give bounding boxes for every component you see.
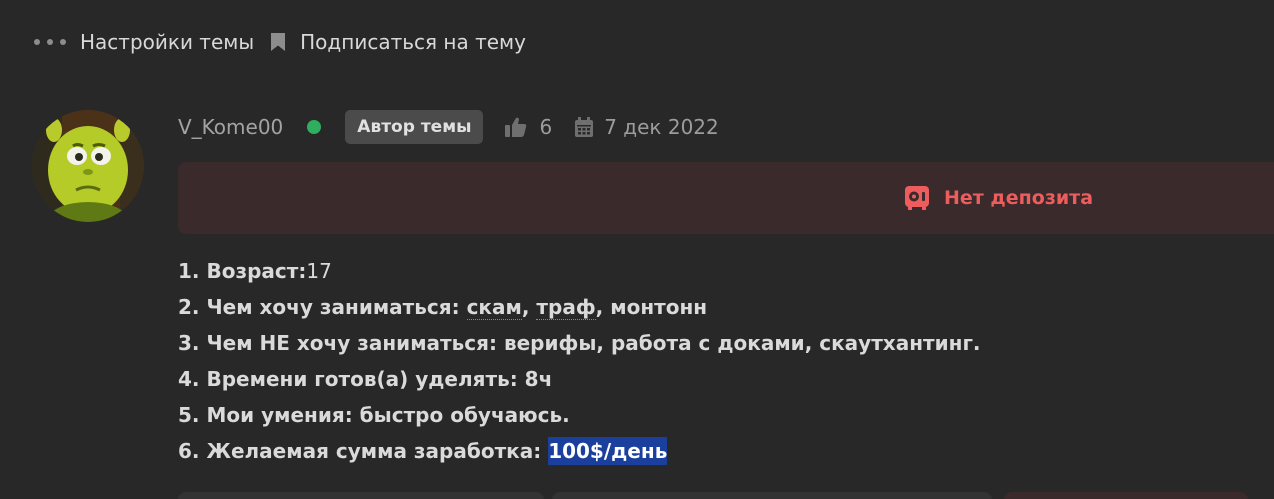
post-action-button[interactable] [1004, 492, 1248, 499]
selected-amount-text: 100$/день [548, 437, 668, 465]
author-badge: Автор темы [345, 110, 484, 144]
line-6-label: 6. Желаемая сумма заработка: [178, 439, 549, 463]
bookmark-icon[interactable] [270, 32, 286, 52]
post-line-4: 4. Времени готов(а) уделять: 8ч [178, 367, 553, 391]
post-date[interactable]: 7 дек 2022 [574, 115, 719, 139]
line-1-label: 1. Возраст: [178, 259, 307, 283]
line-1-value: 17 [306, 259, 332, 283]
line-2-rest: , монтонн [595, 295, 708, 319]
thread-settings-link[interactable]: Настройки темы [80, 30, 254, 54]
post-action-button[interactable] [552, 492, 992, 499]
more-dots-icon[interactable] [34, 39, 66, 45]
post-action-button[interactable] [178, 492, 544, 499]
thread-post-page: Настройки темы Подписаться на тему V_Kom… [0, 0, 1274, 499]
avatar-image [32, 110, 144, 222]
post-body: 1. Возраст:17 2. Чем хочу заниматься: ск… [178, 256, 981, 472]
post-line-3: 3. Чем НЕ хочу заниматься: верифы, работ… [178, 331, 981, 355]
post-line-5: 5. Мои умения: быстро обучаюсь. [178, 403, 570, 427]
no-deposit-label: Нет депозита [944, 187, 1094, 209]
thumbs-up-icon [505, 117, 527, 137]
post-date-text: 7 дек 2022 [604, 115, 719, 139]
scam-term-link[interactable]: скам [466, 295, 522, 320]
username-link[interactable]: V_Kome00 [178, 115, 283, 139]
traffic-term-link[interactable]: траф [536, 295, 596, 320]
subscribe-thread-link[interactable]: Подписаться на тему [300, 30, 526, 54]
line-2-label: 2. Чем хочу заниматься: [178, 295, 467, 319]
no-deposit-icon [905, 186, 929, 210]
thread-actions-bar: Настройки темы Подписаться на тему [34, 28, 526, 56]
deposit-banner: Нет депозита [178, 162, 1274, 234]
no-deposit-status: Нет депозита [904, 162, 1093, 234]
post-header: V_Kome00 Автор темы 6 7 дек 2022 [178, 110, 719, 144]
online-status-icon [307, 120, 322, 134]
line-2-sep: , [521, 295, 537, 319]
post-line-1: 1. Возраст:17 [178, 256, 981, 292]
likes-count: 6 [539, 115, 553, 139]
calendar-icon [575, 116, 594, 137]
likes-counter[interactable]: 6 [505, 115, 552, 139]
avatar[interactable] [32, 110, 144, 222]
post-line-6: 6. Желаемая сумма заработка: 100$/день [178, 436, 981, 472]
post-line-2: 2. Чем хочу заниматься: скам, траф, монт… [178, 292, 981, 328]
